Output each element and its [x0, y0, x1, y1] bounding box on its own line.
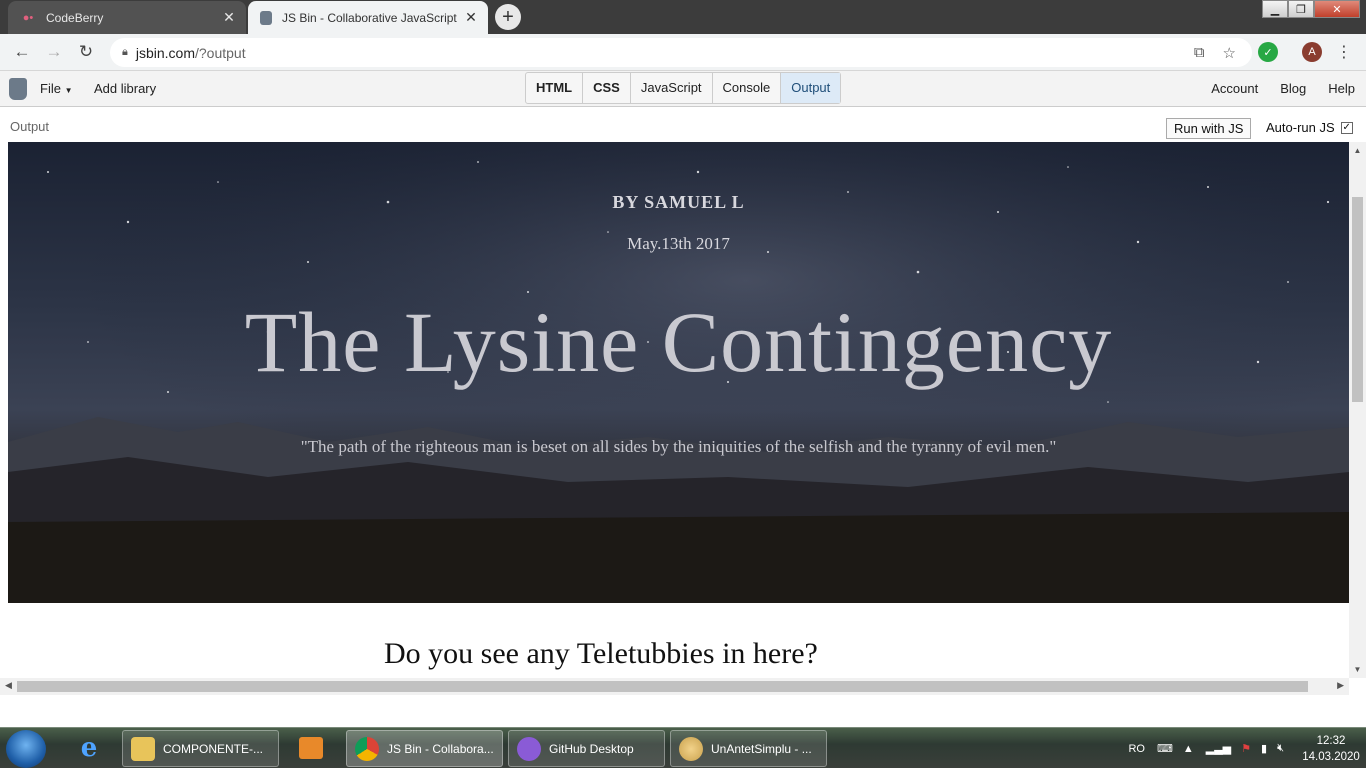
network-signal-icon[interactable]: ▂▃▅	[1206, 742, 1231, 755]
autorun-toggle[interactable]: Auto-run JS ✓	[1266, 120, 1353, 135]
folder-icon	[131, 736, 155, 761]
forward-icon[interactable]: →	[44, 42, 64, 62]
address-bar[interactable]: 🔒︎ jsbin.com/?output ⧉ ☆	[110, 38, 1252, 67]
article-headline: The Lysine Contingency	[244, 294, 1113, 390]
run-with-js-button[interactable]: Run with JS	[1166, 118, 1252, 139]
power-icon[interactable]: ▮	[1261, 742, 1267, 755]
github-desktop-icon	[517, 736, 541, 761]
help-link[interactable]: Help	[1328, 81, 1355, 96]
flag-alert-icon[interactable]: ⚑	[1241, 742, 1251, 755]
translate-icon[interactable]: ⧉	[1194, 44, 1205, 62]
taskbar-item-paint[interactable]: UnAntetSimplu - ...	[670, 730, 827, 767]
tab-title: JS Bin - Collaborative JavaScript Debugg…	[282, 10, 460, 25]
profile-avatar[interactable]: A	[1302, 42, 1322, 62]
minimize-button[interactable]: ▁	[1262, 0, 1288, 18]
vertical-scrollbar[interactable]: ▲ ▼	[1349, 142, 1366, 678]
file-menu-label: File	[40, 81, 61, 96]
url-path: /?output	[195, 44, 246, 61]
codeberry-favicon-icon: ●•	[22, 11, 34, 24]
jsbin-logo-icon[interactable]	[9, 78, 27, 100]
panel-output-toggle[interactable]: Output	[781, 73, 841, 103]
taskbar-item-label: JS Bin - Collabora...	[387, 741, 494, 756]
scroll-left-icon[interactable]: ◀	[5, 680, 12, 691]
panel-javascript-toggle[interactable]: JavaScript	[631, 73, 713, 103]
taskbar-item-label: COMPONENTE-...	[163, 741, 264, 756]
close-icon[interactable]: ✕	[460, 9, 482, 26]
windows-taskbar: e COMPONENTE-... JS Bin - Collabora... G…	[0, 727, 1366, 768]
paint-palette-icon	[679, 736, 703, 761]
panel-console-toggle[interactable]: Console	[713, 73, 782, 103]
autorun-label: Auto-run JS	[1266, 120, 1335, 135]
blog-link[interactable]: Blog	[1280, 81, 1306, 96]
scroll-down-icon[interactable]: ▼	[1349, 665, 1366, 674]
article-date: May.13th 2017	[627, 234, 730, 253]
output-header: Output Run with JS Auto-run JS ✓	[0, 107, 1366, 142]
account-links: Account Blog Help	[1211, 81, 1355, 96]
scroll-up-icon[interactable]: ▲	[1349, 146, 1366, 155]
panel-toggles: HTML CSS JavaScript Console Output	[525, 72, 842, 104]
add-library-button[interactable]: Add library	[94, 81, 156, 96]
clock-date: 14.03.2020	[1302, 750, 1360, 763]
show-hidden-icons[interactable]: ▲	[1183, 743, 1194, 755]
panel-css-toggle[interactable]: CSS	[583, 73, 631, 103]
browser-tab-strip: ●• CodeBerry ✕ JS Bin - Collaborative Ja…	[0, 0, 1366, 34]
caret-down-icon: ▼	[64, 86, 73, 95]
horizontal-scrollbar[interactable]: ◀ ▶	[0, 678, 1349, 695]
scroll-right-icon[interactable]: ▶	[1337, 680, 1344, 691]
taskbar-item-label: UnAntetSimplu - ...	[711, 741, 812, 756]
language-indicator[interactable]: RO	[1128, 743, 1145, 755]
output-label: Output	[10, 119, 50, 134]
new-tab-button[interactable]: +	[495, 4, 521, 30]
tab-title: CodeBerry	[46, 10, 104, 25]
volume-muted-icon[interactable]: 🔇︎	[1277, 742, 1284, 755]
window-controls: ▁ ❐ ✕	[1262, 0, 1360, 18]
extension-shield-icon[interactable]: ✓	[1258, 42, 1278, 62]
browser-tab-codeberry[interactable]: ●• CodeBerry ✕	[8, 1, 246, 34]
close-icon[interactable]: ✕	[218, 9, 240, 26]
taskbar-item-label: GitHub Desktop	[549, 741, 634, 756]
media-player-icon[interactable]	[294, 732, 328, 764]
clock-time: 12:32	[1316, 734, 1346, 747]
article-quote: "The path of the righteous man is beset …	[300, 437, 1057, 456]
reload-icon[interactable]: ↻	[76, 42, 96, 62]
panel-html-toggle[interactable]: HTML	[526, 73, 584, 103]
browser-toolbar: ← → ↻ 🔒︎ jsbin.com/?output ⧉ ☆ ✓ A ⋮	[0, 34, 1366, 71]
article-byline: BY SAMUEL L	[612, 192, 745, 212]
maximize-button[interactable]: ❐	[1288, 0, 1314, 18]
autorun-checkbox[interactable]: ✓	[1340, 121, 1353, 134]
jsbin-favicon-icon	[260, 10, 272, 25]
taskbar-item-chrome[interactable]: JS Bin - Collabora...	[346, 730, 503, 767]
back-icon[interactable]: ←	[12, 42, 32, 62]
hero-banner: BY SAMUEL L May.13th 2017 The Lysine Con…	[8, 142, 1349, 603]
vertical-scroll-thumb[interactable]	[1352, 197, 1363, 402]
jsbin-toolbar: File ▼ Add library HTML CSS JavaScript C…	[0, 71, 1366, 107]
section-heading: Do you see any Teletubbies in here?	[384, 637, 818, 670]
horizontal-scroll-thumb[interactable]	[17, 681, 1308, 692]
bookmark-star-icon[interactable]: ☆	[1223, 44, 1236, 62]
window-close-button[interactable]: ✕	[1314, 0, 1360, 18]
system-clock[interactable]: 12:32 14.03.2020	[1296, 733, 1366, 765]
keyboard-icon[interactable]: ⌨	[1157, 742, 1173, 755]
menu-kebab-icon[interactable]: ⋮	[1334, 42, 1354, 62]
internet-explorer-icon[interactable]: e	[72, 732, 106, 764]
system-tray: RO ⌨ ▲ ▂▃▅ ⚑ ▮ 🔇︎ 12:32 14.03.2020	[1128, 728, 1366, 769]
url-host: jsbin.com	[135, 44, 195, 61]
start-button[interactable]	[6, 730, 46, 768]
file-menu[interactable]: File ▼	[40, 81, 73, 96]
lock-icon: 🔒︎	[122, 46, 128, 58]
taskbar-item-github[interactable]: GitHub Desktop	[508, 730, 665, 767]
taskbar-item-explorer[interactable]: COMPONENTE-...	[122, 730, 279, 767]
chrome-icon	[355, 736, 379, 761]
account-link[interactable]: Account	[1211, 81, 1258, 96]
browser-tab-jsbin[interactable]: JS Bin - Collaborative JavaScript Debugg…	[248, 1, 488, 34]
